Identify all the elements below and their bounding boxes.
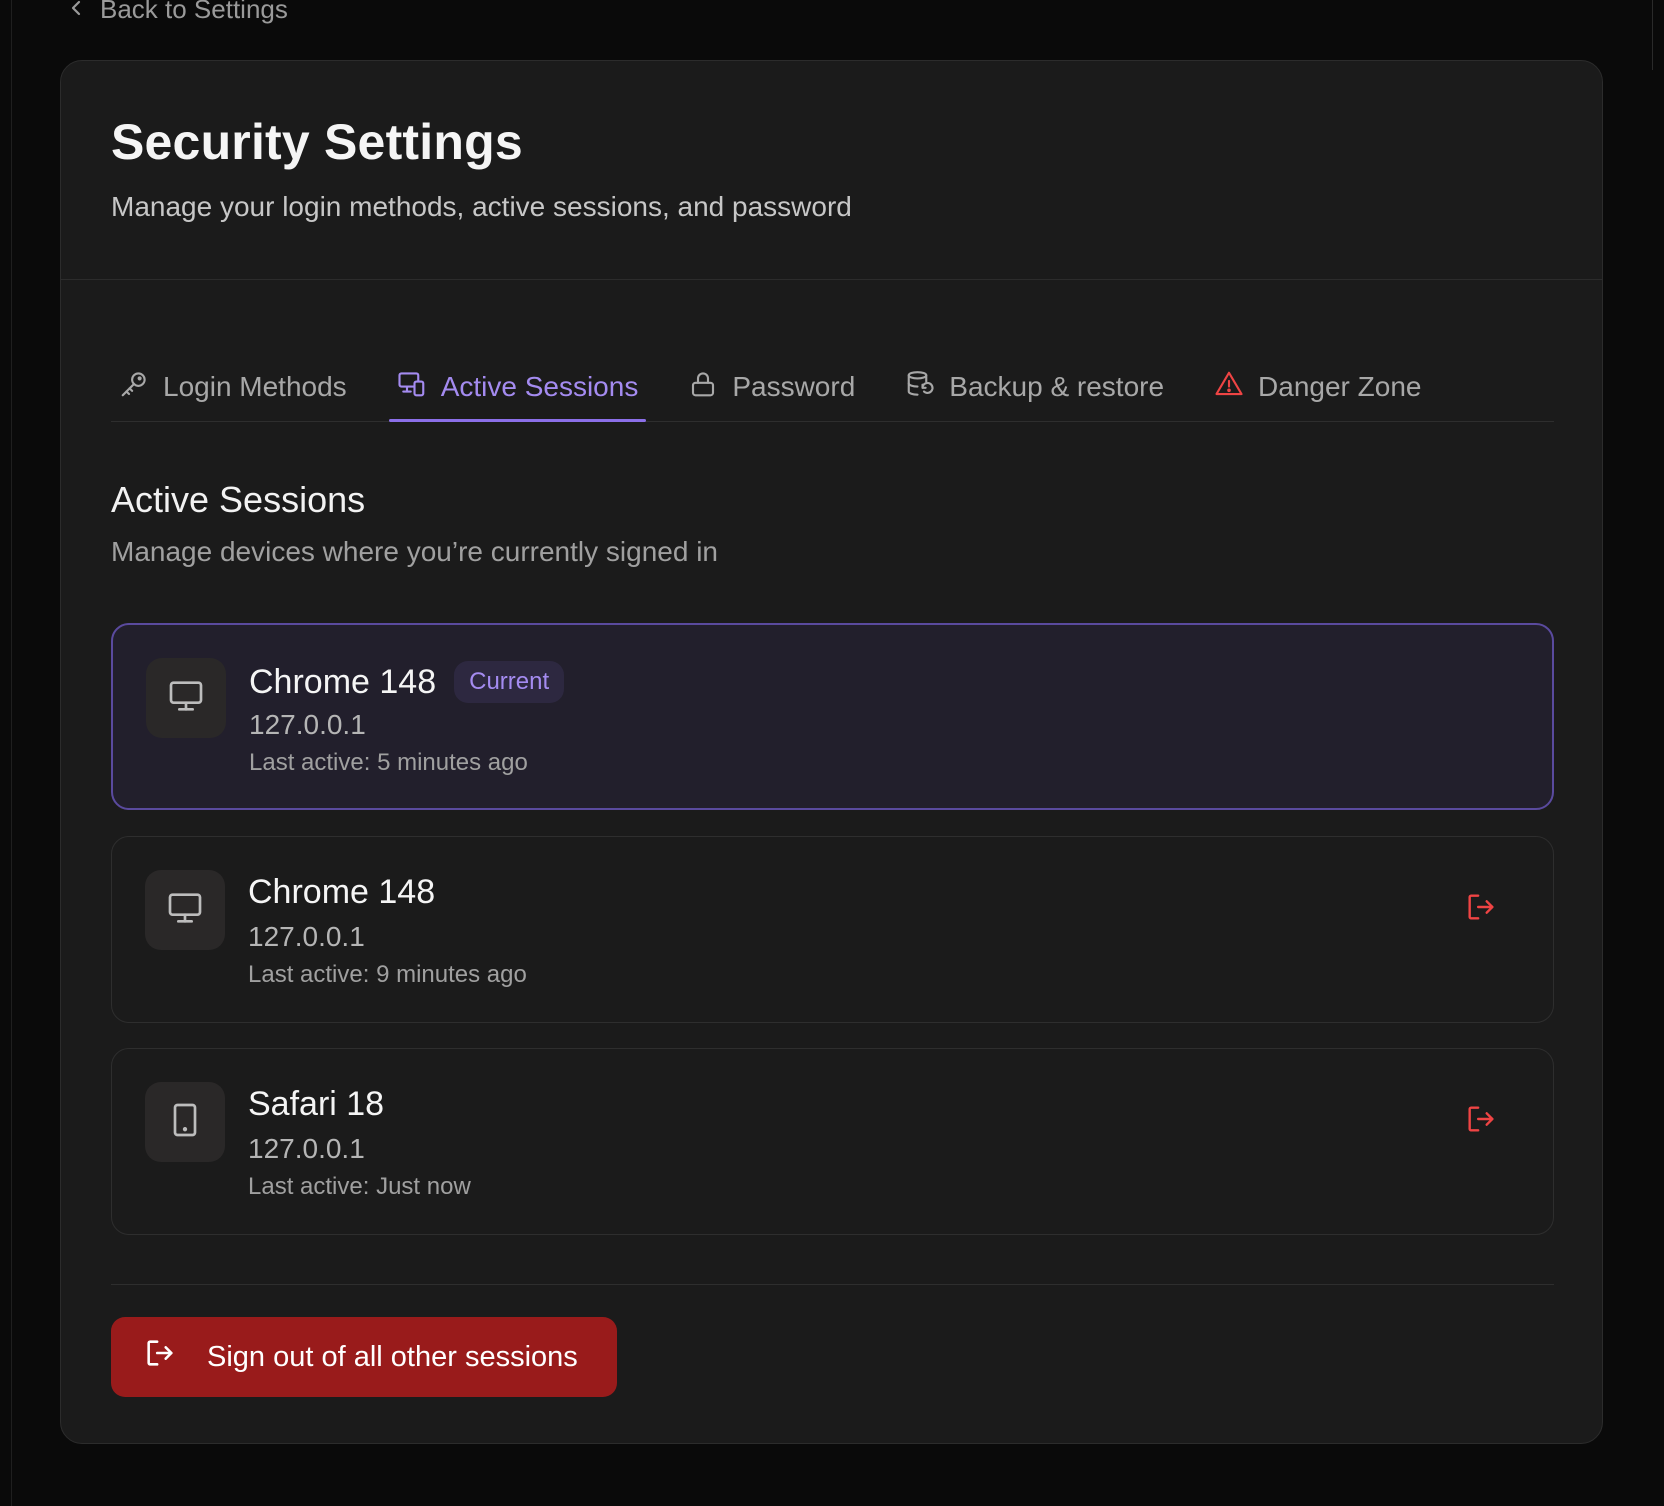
left-divider — [11, 0, 12, 1506]
session-ip: 127.0.0.1 — [249, 709, 366, 740]
settings-tabs: Login Methods Active Sessions Password B… — [111, 353, 1554, 422]
tab-label: Login Methods — [163, 371, 347, 402]
session-item-current: Chrome 148 Current 127.0.0.1 Last active… — [111, 623, 1554, 810]
tab-backup-restore[interactable]: Backup & restore — [897, 353, 1172, 421]
session-name: Safari 18 — [248, 1085, 385, 1123]
session-name: Chrome 148 — [249, 662, 437, 701]
session-name-row: Chrome 148 Current — [249, 661, 565, 703]
tab-password[interactable]: Password — [680, 353, 863, 421]
tab-label: Active Sessions — [440, 371, 639, 402]
revoke-session-button[interactable] — [1459, 1099, 1503, 1143]
revoke-session-button[interactable] — [1459, 887, 1503, 931]
session-ip: 127.0.0.1 — [248, 1133, 365, 1164]
session-name: Chrome 148 — [248, 873, 436, 911]
log-out-icon — [1464, 890, 1498, 929]
section-subtitle: Manage devices where you’re currently si… — [111, 536, 718, 567]
card-header: Security Settings Manage your login meth… — [61, 61, 1602, 280]
log-out-icon — [1464, 1102, 1498, 1141]
page-subtitle: Manage your login methods, active sessio… — [111, 191, 852, 222]
chevron-left-icon — [66, 0, 86, 25]
section-title: Active Sessions — [111, 479, 366, 520]
tab-label: Danger Zone — [1258, 371, 1422, 402]
tab-login-methods[interactable]: Login Methods — [111, 353, 355, 421]
device-tile — [145, 870, 225, 950]
key-icon — [119, 369, 149, 406]
session-last-active: Last active: 9 minutes ago — [248, 961, 527, 988]
session-item: Chrome 148 127.0.0.1 Last active: 9 minu… — [111, 836, 1554, 1023]
monitor-icon — [165, 888, 205, 933]
session-name-row: Chrome 148 — [248, 873, 435, 912]
session-name-row: Safari 18 — [248, 1085, 384, 1124]
footer-divider — [111, 1284, 1554, 1285]
app-frame: Back to Settings Security Settings Manag… — [0, 0, 1664, 1506]
back-to-settings-link[interactable]: Back to Settings — [66, 0, 288, 24]
tab-danger-zone[interactable]: Danger Zone — [1206, 353, 1429, 421]
log-out-icon — [143, 1336, 177, 1378]
security-settings-card: Security Settings Manage your login meth… — [60, 60, 1603, 1444]
database-restore-icon — [905, 369, 935, 406]
right-divider — [1652, 0, 1653, 70]
page-title: Security Settings — [111, 114, 523, 170]
lock-icon — [688, 369, 718, 406]
monitor-icon — [166, 676, 206, 721]
tab-active-sessions[interactable]: Active Sessions — [388, 353, 647, 422]
warning-triangle-icon — [1214, 369, 1244, 406]
sign-out-all-label: Sign out of all other sessions — [207, 1340, 578, 1373]
session-ip: 127.0.0.1 — [248, 921, 365, 952]
session-item: Safari 18 127.0.0.1 Last active: Just no… — [111, 1048, 1554, 1235]
session-last-active: Last active: 5 minutes ago — [249, 749, 528, 776]
device-tile — [145, 1082, 225, 1162]
sign-out-all-sessions-button[interactable]: Sign out of all other sessions — [111, 1317, 617, 1397]
tab-label: Password — [732, 371, 856, 402]
tablet-icon — [165, 1100, 205, 1145]
devices-icon — [397, 369, 427, 406]
current-badge: Current — [454, 661, 565, 703]
tab-label: Backup & restore — [949, 371, 1165, 402]
device-tile — [146, 658, 226, 738]
back-link-label: Back to Settings — [100, 0, 288, 24]
session-last-active: Last active: Just now — [248, 1173, 471, 1200]
